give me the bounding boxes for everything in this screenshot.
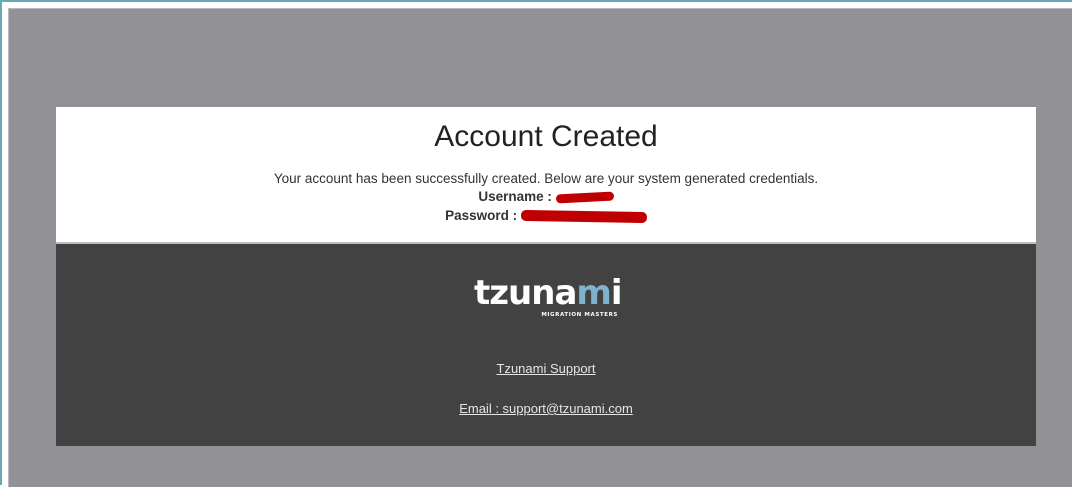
logo-wordmark: tzunami [474,274,622,313]
username-row: Username : [56,187,1036,206]
username-label: Username : [478,189,552,204]
account-created-card: Account Created Your account has been su… [56,107,1036,446]
support-email-link[interactable]: Email : support@tzunami.com [56,401,1036,416]
logo-tagline: MIGRATION MASTERS [541,312,618,318]
page-title: Account Created [434,120,658,153]
success-message: Your account has been successfully creat… [273,171,819,186]
username-redaction-mark [555,191,614,204]
password-redaction-mark [520,209,647,224]
card-footer-section: tzunami MIGRATION MASTERS Tzunami Suppor… [56,244,1036,446]
modal-backdrop: Account Created Your account has been su… [8,8,1072,487]
tzunami-logo: tzunami MIGRATION MASTERS [474,274,622,318]
password-label: Password : [445,208,518,223]
password-row: Password : [56,206,1036,225]
support-link[interactable]: Tzunami Support [56,361,1036,376]
card-header-section: Account Created Your account has been su… [56,107,1036,242]
window-frame: Account Created Your account has been su… [0,0,1072,487]
